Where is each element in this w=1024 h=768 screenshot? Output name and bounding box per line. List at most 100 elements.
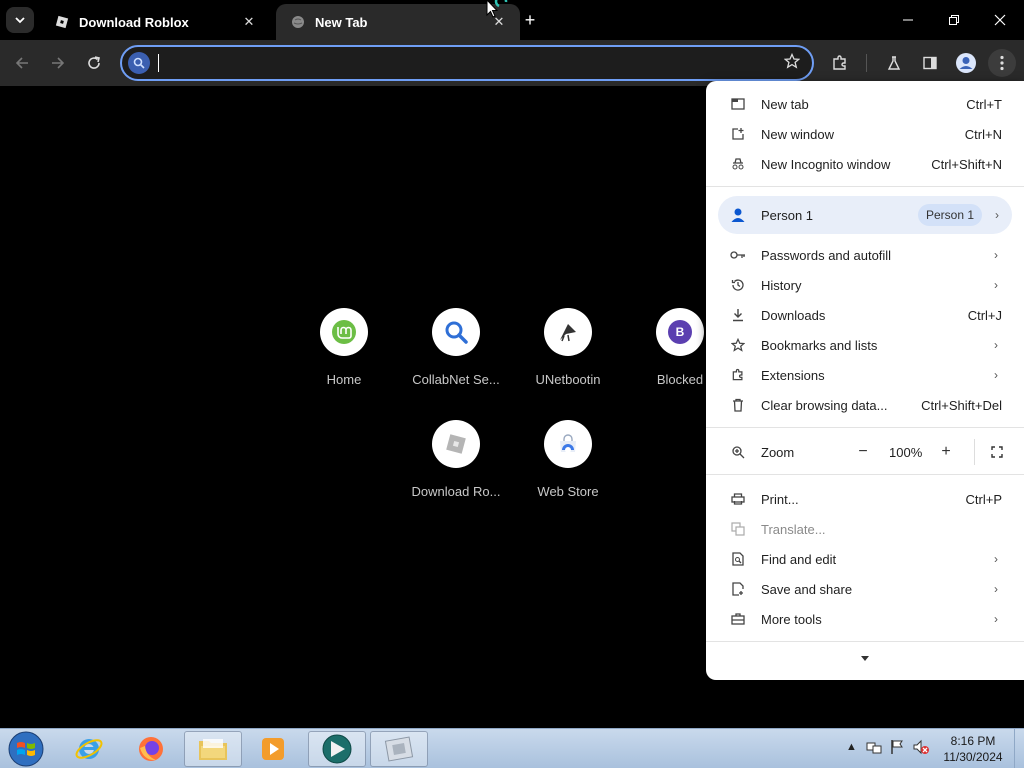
kebab-menu-icon [1000, 55, 1004, 71]
volume-muted-icon[interactable] [912, 739, 930, 758]
chevron-down-icon [15, 17, 25, 24]
arrow-left-icon [15, 57, 28, 69]
tab-strip: Download Roblox ✕ New Tab ✕ + [0, 0, 1024, 40]
menu-item-new-tab[interactable]: New tab Ctrl+T [706, 89, 1024, 119]
close-icon [994, 14, 1006, 26]
taskbar-explorer[interactable] [184, 731, 242, 767]
shortcut-tile[interactable]: Web Store [518, 420, 618, 499]
menu-item-profile[interactable]: Person 1 Person 1 › [718, 196, 1012, 234]
start-button[interactable] [6, 730, 46, 768]
menu-item-clear-browsing-data[interactable]: Clear browsing data... Ctrl+Shift+Del [706, 390, 1024, 420]
close-window-button[interactable] [980, 6, 1020, 34]
tab-download-roblox[interactable]: Download Roblox ✕ [40, 4, 270, 40]
menu-item-zoom: Zoom − 100% + [706, 437, 1024, 467]
shortcut-label: Home [326, 372, 362, 387]
unetbootin-icon [544, 308, 592, 356]
new-tab-button[interactable]: + [518, 8, 542, 32]
profile-name: Person 1 [761, 208, 814, 223]
bookmark-star-button[interactable] [783, 52, 801, 74]
arrow-right-icon [52, 57, 65, 69]
chevron-right-icon: › [994, 552, 998, 566]
linux-mint-icon [320, 308, 368, 356]
cursor-busy-icon [486, 0, 508, 18]
forward-button[interactable] [44, 49, 72, 77]
menu-label: History [761, 277, 802, 293]
menu-item-extensions[interactable]: Extensions › [706, 360, 1024, 390]
roblox-icon [384, 736, 414, 762]
show-desktop-button[interactable] [1014, 729, 1024, 768]
shortcut-label: Web Store [537, 484, 599, 499]
taskbar-ie[interactable] [60, 731, 118, 767]
menu-button[interactable] [988, 49, 1016, 77]
menu-expand-button[interactable] [856, 651, 874, 665]
menu-item-new-window[interactable]: New window Ctrl+N [706, 119, 1024, 149]
tab-title: New Tab [315, 14, 368, 30]
clock-date: 11/30/2024 [943, 750, 1003, 764]
fullscreen-icon [991, 446, 1003, 458]
chevron-right-icon: › [995, 208, 999, 222]
restore-button[interactable] [934, 6, 974, 34]
browser-toolbar [0, 40, 1024, 86]
reload-button[interactable] [80, 49, 108, 77]
shortcut-tile[interactable]: UNetbootin [518, 308, 618, 387]
puzzle-icon [833, 55, 846, 70]
menu-item-save-share[interactable]: Save and share › [706, 574, 1024, 604]
extensions-button[interactable] [826, 49, 854, 77]
labs-button[interactable] [880, 49, 908, 77]
network-icon[interactable] [866, 739, 882, 758]
menu-item-new-incognito[interactable]: New Incognito window Ctrl+Shift+N [706, 149, 1024, 179]
internet-explorer-icon [75, 739, 103, 759]
fullscreen-button[interactable] [983, 438, 1011, 466]
menu-item-history[interactable]: History › [706, 270, 1024, 300]
taskbar-firefox[interactable] [122, 731, 180, 767]
taskbar-roblox[interactable] [370, 731, 428, 767]
menu-item-find-edit[interactable]: Find and edit › [706, 544, 1024, 574]
menu-divider [706, 641, 1024, 642]
roblox-icon [54, 14, 70, 30]
search-icon [128, 52, 150, 74]
menu-item-more-tools[interactable]: More tools › [706, 604, 1024, 634]
caret-down-icon [861, 655, 869, 661]
shortcut-tile[interactable]: Home [294, 308, 394, 387]
menu-label: New tab [761, 96, 809, 112]
profile-button[interactable] [952, 49, 980, 77]
toolbox-icon [730, 611, 746, 627]
action-center-flag-icon[interactable] [890, 739, 904, 758]
menu-item-bookmarks[interactable]: Bookmarks and lists › [706, 330, 1024, 360]
chevron-right-icon: › [994, 368, 998, 382]
zoom-in-button[interactable]: + [932, 438, 960, 466]
back-button[interactable] [8, 49, 36, 77]
restore-icon [949, 15, 959, 25]
minimize-button[interactable] [888, 6, 928, 34]
menu-item-downloads[interactable]: Downloads Ctrl+J [706, 300, 1024, 330]
menu-item-translate[interactable]: Translate... [706, 514, 1024, 544]
menu-label: Zoom [761, 444, 795, 460]
taskbar-media-player[interactable] [244, 731, 302, 767]
address-bar[interactable] [120, 45, 814, 81]
side-panel-button[interactable] [916, 49, 944, 77]
tab-search-button[interactable] [6, 7, 34, 33]
trash-icon [730, 397, 746, 413]
zoom-out-button[interactable]: − [849, 438, 877, 466]
clock-time: 8:16 PM [950, 734, 996, 748]
star-icon [730, 337, 746, 353]
menu-label: Downloads [761, 307, 826, 323]
search-magnifier-icon [432, 308, 480, 356]
shortcut-tile[interactable]: Download Ro... [406, 420, 506, 499]
close-icon[interactable]: ✕ [240, 13, 258, 31]
menu-label: Save and share [761, 581, 853, 597]
windows-start-icon [8, 731, 44, 767]
menu-label: Passwords and autofill [761, 247, 892, 263]
system-clock[interactable]: 8:16 PM 11/30/2024 [936, 733, 1010, 765]
browser-main-menu: New tab Ctrl+T New window Ctrl+N New Inc… [706, 81, 1024, 680]
tab-new-tab[interactable]: New Tab ✕ [276, 4, 520, 40]
menu-shortcut: Ctrl+P [965, 491, 1002, 507]
menu-item-print[interactable]: Print... Ctrl+P [706, 484, 1024, 514]
tray-expand-icon[interactable]: ▲ [846, 741, 857, 753]
menu-item-passwords[interactable]: Passwords and autofill › [706, 240, 1024, 270]
taskbar-chrome-app[interactable] [308, 731, 366, 767]
chevron-right-icon: › [994, 248, 998, 262]
history-icon [730, 277, 746, 293]
zoom-magnifier-icon [730, 444, 746, 460]
shortcut-tile[interactable]: CollabNet Se... [406, 308, 506, 387]
